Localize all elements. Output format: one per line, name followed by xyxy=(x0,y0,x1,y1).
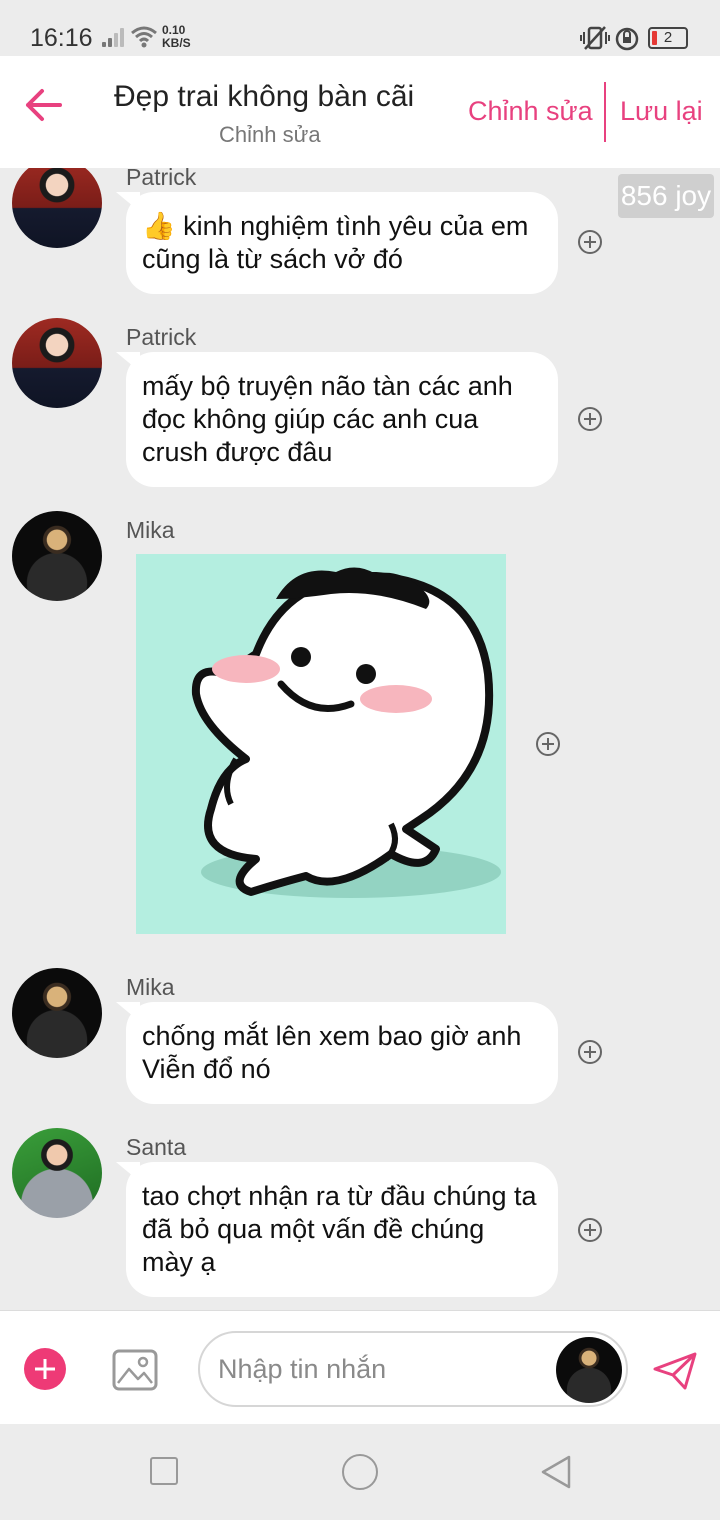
message-bubble[interactable]: mấy bộ truyện não tàn các anh đọc không … xyxy=(126,352,558,487)
status-time: 16:16 xyxy=(30,24,93,52)
wifi-icon xyxy=(131,26,157,48)
avatar-mika[interactable] xyxy=(12,968,102,1058)
home-icon[interactable] xyxy=(342,1454,378,1490)
sender-name: Mika xyxy=(126,517,175,543)
header-divider xyxy=(604,82,606,142)
send-icon[interactable] xyxy=(652,1351,698,1391)
add-reaction-icon[interactable] xyxy=(577,1217,603,1243)
sticker-image[interactable] xyxy=(136,554,506,934)
net-speed: 0.10 KB/S xyxy=(162,24,191,50)
add-reaction-icon[interactable] xyxy=(577,229,603,255)
message-text: chống mắt lên xem bao giờ anh Viễn đổ nó xyxy=(142,1021,522,1084)
chat-area[interactable]: 856 joy Patrick 👍 kinh nghiệm tình yêu c… xyxy=(0,168,720,1310)
message-text: kinh nghiệm tình yêu của em cũng là từ s… xyxy=(142,211,529,274)
persona-avatar[interactable] xyxy=(556,1337,622,1403)
nav-back-icon[interactable] xyxy=(540,1454,572,1490)
message-input[interactable] xyxy=(218,1333,548,1405)
page-title: Đẹp trai không bàn cãi xyxy=(114,80,415,113)
add-reaction-icon[interactable] xyxy=(577,406,603,432)
joy-badge: 856 joy xyxy=(618,174,714,218)
avatar-mika[interactable] xyxy=(12,511,102,601)
add-button[interactable] xyxy=(24,1348,66,1390)
avatar-patrick[interactable] xyxy=(12,318,102,408)
add-reaction-icon[interactable] xyxy=(577,1039,603,1065)
sender-name: Patrick xyxy=(126,324,197,350)
status-bar: 16:16 0.10 KB/S 2 xyxy=(0,0,720,56)
avatar-patrick[interactable] xyxy=(12,168,102,248)
battery-icon: 2 xyxy=(648,27,688,49)
avatar-santa[interactable] xyxy=(12,1128,102,1218)
alarm-icon xyxy=(615,27,639,51)
signal-icon xyxy=(102,27,124,47)
image-icon[interactable] xyxy=(112,1349,158,1391)
back-arrow-icon[interactable] xyxy=(24,88,62,122)
vibrate-off-icon xyxy=(580,26,610,50)
thumbs-up-emoji: 👍 xyxy=(142,211,176,241)
sender-name: Patrick xyxy=(126,168,197,190)
message-text: tao chợt nhận ra từ đầu chúng ta đã bỏ q… xyxy=(142,1181,537,1277)
message-input-wrapper xyxy=(198,1331,628,1407)
message-bubble[interactable]: 👍 kinh nghiệm tình yêu của em cũng là từ… xyxy=(126,192,558,294)
edit-button[interactable]: Chỉnh sửa xyxy=(468,96,593,127)
net-speed-unit: KB/S xyxy=(162,36,191,50)
app-header: Đẹp trai không bàn cãi Chỉnh sửa Chỉnh s… xyxy=(0,56,720,168)
add-reaction-icon[interactable] xyxy=(535,731,561,757)
sticker-character xyxy=(191,567,501,898)
message-bubble[interactable]: chống mắt lên xem bao giờ anh Viễn đổ nó xyxy=(126,1002,558,1104)
message-bubble[interactable]: tao chợt nhận ra từ đầu chúng ta đã bỏ q… xyxy=(126,1162,558,1297)
page-subtitle: Chỉnh sửa xyxy=(219,122,321,147)
sender-name: Santa xyxy=(126,1134,187,1160)
save-button[interactable]: Lưu lại xyxy=(620,96,703,127)
message-input-bar xyxy=(0,1310,720,1424)
system-nav-bar xyxy=(0,1424,720,1520)
message-text: mấy bộ truyện não tàn các anh đọc không … xyxy=(142,371,513,467)
recent-apps-icon[interactable] xyxy=(150,1457,178,1485)
sender-name: Mika xyxy=(126,974,175,1000)
